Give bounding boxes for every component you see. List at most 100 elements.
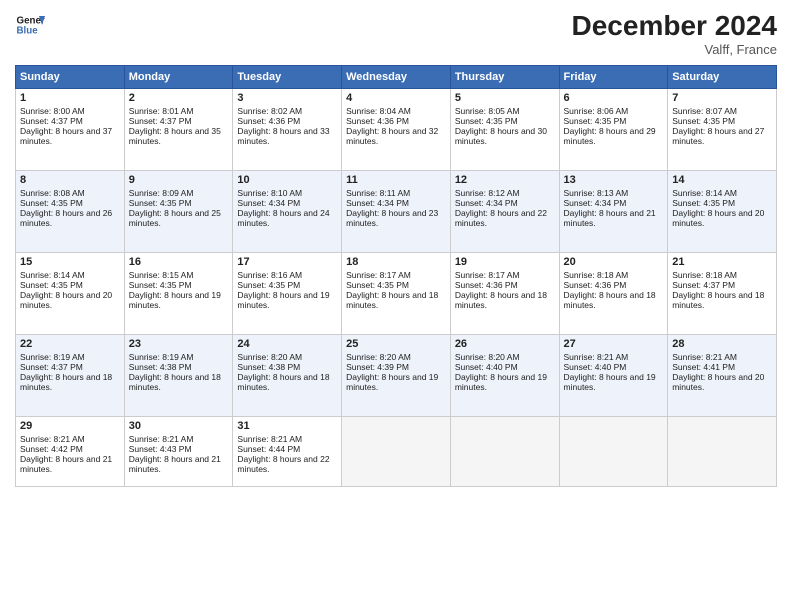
- sunset-label: Sunset: 4:34 PM: [564, 198, 627, 208]
- day-number: 23: [129, 338, 229, 350]
- calendar-cell: 16 Sunrise: 8:15 AM Sunset: 4:35 PM Dayl…: [124, 253, 233, 335]
- sunrise-label: Sunrise: 8:17 AM: [455, 270, 520, 280]
- daylight-label: Daylight: 8 hours and 29 minutes.: [564, 126, 656, 146]
- day-number: 20: [564, 256, 664, 268]
- calendar-cell: 12 Sunrise: 8:12 AM Sunset: 4:34 PM Dayl…: [450, 171, 559, 253]
- sunrise-label: Sunrise: 8:11 AM: [346, 188, 410, 198]
- sunrise-label: Sunrise: 8:17 AM: [346, 270, 411, 280]
- daylight-label: Daylight: 8 hours and 21 minutes.: [129, 454, 221, 474]
- sunrise-label: Sunrise: 8:18 AM: [672, 270, 737, 280]
- sunset-label: Sunset: 4:34 PM: [346, 198, 409, 208]
- sunrise-label: Sunrise: 8:00 AM: [20, 106, 85, 116]
- sunset-label: Sunset: 4:35 PM: [237, 280, 300, 290]
- page-header: General Blue December 2024 Valff, France: [15, 10, 777, 57]
- day-number: 3: [237, 92, 337, 104]
- daylight-label: Daylight: 8 hours and 30 minutes.: [455, 126, 547, 146]
- sunrise-label: Sunrise: 8:02 AM: [237, 106, 302, 116]
- sunset-label: Sunset: 4:43 PM: [129, 444, 192, 454]
- calendar-cell: 20 Sunrise: 8:18 AM Sunset: 4:36 PM Dayl…: [559, 253, 668, 335]
- calendar-cell: 25 Sunrise: 8:20 AM Sunset: 4:39 PM Dayl…: [342, 335, 451, 417]
- daylight-label: Daylight: 8 hours and 27 minutes.: [672, 126, 764, 146]
- sunset-label: Sunset: 4:35 PM: [455, 116, 518, 126]
- sunset-label: Sunset: 4:40 PM: [455, 362, 518, 372]
- calendar-cell: [342, 417, 451, 487]
- day-number: 25: [346, 338, 446, 350]
- daylight-label: Daylight: 8 hours and 26 minutes.: [20, 208, 112, 228]
- sunrise-label: Sunrise: 8:06 AM: [564, 106, 629, 116]
- sunset-label: Sunset: 4:39 PM: [346, 362, 409, 372]
- sunset-label: Sunset: 4:35 PM: [129, 198, 192, 208]
- calendar-week-row: 15 Sunrise: 8:14 AM Sunset: 4:35 PM Dayl…: [16, 253, 777, 335]
- sunrise-label: Sunrise: 8:01 AM: [129, 106, 194, 116]
- sunset-label: Sunset: 4:38 PM: [129, 362, 192, 372]
- day-number: 30: [129, 420, 229, 432]
- sunrise-label: Sunrise: 8:19 AM: [129, 352, 194, 362]
- calendar-cell: [559, 417, 668, 487]
- logo-icon: General Blue: [15, 10, 45, 40]
- day-number: 9: [129, 174, 229, 186]
- sunrise-label: Sunrise: 8:07 AM: [672, 106, 737, 116]
- day-number: 19: [455, 256, 555, 268]
- col-saturday: Saturday: [668, 66, 777, 89]
- sunset-label: Sunset: 4:37 PM: [129, 116, 192, 126]
- day-number: 5: [455, 92, 555, 104]
- calendar-week-row: 22 Sunrise: 8:19 AM Sunset: 4:37 PM Dayl…: [16, 335, 777, 417]
- calendar-cell: 1 Sunrise: 8:00 AM Sunset: 4:37 PM Dayli…: [16, 89, 125, 171]
- sunrise-label: Sunrise: 8:09 AM: [129, 188, 194, 198]
- day-number: 27: [564, 338, 664, 350]
- daylight-label: Daylight: 8 hours and 18 minutes.: [129, 372, 221, 392]
- calendar-cell: 29 Sunrise: 8:21 AM Sunset: 4:42 PM Dayl…: [16, 417, 125, 487]
- header-row: Sunday Monday Tuesday Wednesday Thursday…: [16, 66, 777, 89]
- daylight-label: Daylight: 8 hours and 19 minutes.: [564, 372, 656, 392]
- day-number: 18: [346, 256, 446, 268]
- calendar-cell: 24 Sunrise: 8:20 AM Sunset: 4:38 PM Dayl…: [233, 335, 342, 417]
- day-number: 24: [237, 338, 337, 350]
- day-number: 2: [129, 92, 229, 104]
- sunrise-label: Sunrise: 8:15 AM: [129, 270, 194, 280]
- sunrise-label: Sunrise: 8:18 AM: [564, 270, 629, 280]
- sunrise-label: Sunrise: 8:21 AM: [672, 352, 737, 362]
- sunrise-label: Sunrise: 8:16 AM: [237, 270, 302, 280]
- col-friday: Friday: [559, 66, 668, 89]
- sunrise-label: Sunrise: 8:20 AM: [455, 352, 520, 362]
- day-number: 26: [455, 338, 555, 350]
- day-number: 16: [129, 256, 229, 268]
- calendar-cell: 15 Sunrise: 8:14 AM Sunset: 4:35 PM Dayl…: [16, 253, 125, 335]
- sunset-label: Sunset: 4:37 PM: [20, 116, 83, 126]
- title-block: December 2024 Valff, France: [572, 10, 777, 57]
- day-number: 15: [20, 256, 120, 268]
- daylight-label: Daylight: 8 hours and 24 minutes.: [237, 208, 329, 228]
- sunrise-label: Sunrise: 8:04 AM: [346, 106, 411, 116]
- daylight-label: Daylight: 8 hours and 21 minutes.: [20, 454, 112, 474]
- col-wednesday: Wednesday: [342, 66, 451, 89]
- calendar-cell: 8 Sunrise: 8:08 AM Sunset: 4:35 PM Dayli…: [16, 171, 125, 253]
- sunset-label: Sunset: 4:40 PM: [564, 362, 627, 372]
- sunset-label: Sunset: 4:37 PM: [672, 280, 735, 290]
- day-number: 1: [20, 92, 120, 104]
- col-sunday: Sunday: [16, 66, 125, 89]
- col-tuesday: Tuesday: [233, 66, 342, 89]
- day-number: 4: [346, 92, 446, 104]
- sunset-label: Sunset: 4:35 PM: [20, 280, 83, 290]
- sunrise-label: Sunrise: 8:13 AM: [564, 188, 629, 198]
- day-number: 7: [672, 92, 772, 104]
- calendar-week-row: 29 Sunrise: 8:21 AM Sunset: 4:42 PM Dayl…: [16, 417, 777, 487]
- calendar-cell: 30 Sunrise: 8:21 AM Sunset: 4:43 PM Dayl…: [124, 417, 233, 487]
- day-number: 21: [672, 256, 772, 268]
- calendar-cell: 4 Sunrise: 8:04 AM Sunset: 4:36 PM Dayli…: [342, 89, 451, 171]
- day-number: 11: [346, 174, 446, 186]
- day-number: 8: [20, 174, 120, 186]
- sunset-label: Sunset: 4:35 PM: [672, 116, 735, 126]
- calendar-cell: 17 Sunrise: 8:16 AM Sunset: 4:35 PM Dayl…: [233, 253, 342, 335]
- calendar-cell: 10 Sunrise: 8:10 AM Sunset: 4:34 PM Dayl…: [233, 171, 342, 253]
- daylight-label: Daylight: 8 hours and 32 minutes.: [346, 126, 438, 146]
- calendar-cell: 9 Sunrise: 8:09 AM Sunset: 4:35 PM Dayli…: [124, 171, 233, 253]
- sunrise-label: Sunrise: 8:20 AM: [237, 352, 302, 362]
- calendar-cell: [450, 417, 559, 487]
- calendar-cell: 5 Sunrise: 8:05 AM Sunset: 4:35 PM Dayli…: [450, 89, 559, 171]
- daylight-label: Daylight: 8 hours and 18 minutes.: [20, 372, 112, 392]
- day-number: 6: [564, 92, 664, 104]
- sunset-label: Sunset: 4:36 PM: [564, 280, 627, 290]
- sunrise-label: Sunrise: 8:12 AM: [455, 188, 520, 198]
- calendar-week-row: 8 Sunrise: 8:08 AM Sunset: 4:35 PM Dayli…: [16, 171, 777, 253]
